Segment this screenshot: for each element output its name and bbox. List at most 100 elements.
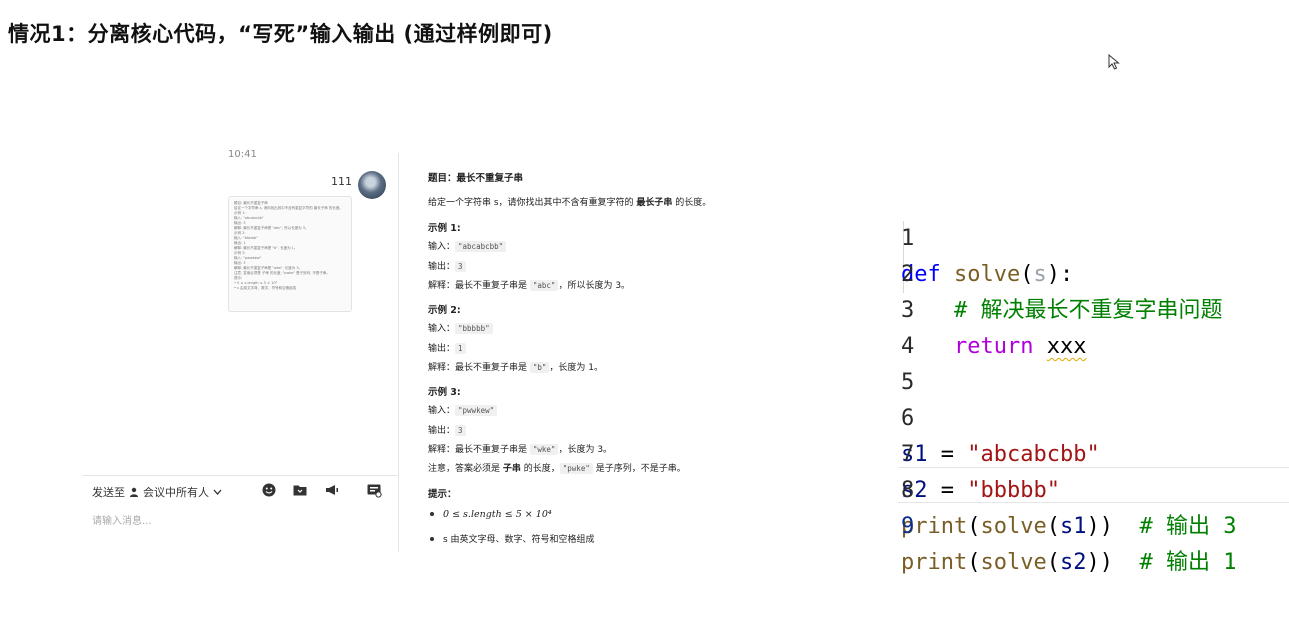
- example-2-title: 示例 2:: [428, 305, 461, 316]
- function-call: solve: [980, 514, 1047, 539]
- operator: =: [927, 478, 968, 503]
- comment: # 解决最长不重复字串问题: [953, 298, 1223, 323]
- code-line[interactable]: 4: [848, 293, 931, 359]
- message-input[interactable]: 请输入消息...: [92, 512, 152, 527]
- code-chip: 3: [455, 425, 466, 436]
- megaphone-icon[interactable]: [324, 482, 340, 498]
- code-chip: 3: [455, 261, 466, 272]
- explain-text: ，长度为 1。: [549, 363, 604, 373]
- parameter: s: [1033, 262, 1047, 287]
- function-call: print: [901, 550, 968, 575]
- desc-text: 给定一个字符串 s，请你找出其中不含有重复字符的: [428, 198, 637, 208]
- example-3-input: 输入： "pwwkew": [428, 403, 498, 416]
- send-to-label: 发送至: [92, 486, 125, 499]
- mouse-cursor-icon: [1108, 54, 1120, 70]
- paren: )): [1086, 514, 1113, 539]
- undefined-variable: xxx: [1046, 334, 1087, 359]
- variable: s1: [1059, 514, 1087, 539]
- hint-math: 0 ≤ s.length ≤ 5 × 10⁴: [443, 509, 552, 520]
- example-1-explanation: 解释：最长不重复子串是 "abc" ，所以长度为 3。: [428, 278, 630, 291]
- bubble-line: • s 由英文字母、数字、符号和空格组成: [234, 286, 297, 290]
- code-chip: "bbbbb": [455, 323, 493, 334]
- chat-divider: [82, 475, 398, 476]
- example-2-output: 输出： 1: [428, 341, 466, 354]
- hint-title: 提示：: [428, 489, 457, 500]
- explain-text: 解释：最长不重复子串是: [428, 363, 530, 373]
- bubble-line: 注意, 答案必须是 子串 的长度, "pwke" 是子序列, 不是子串。: [234, 271, 330, 275]
- keyword-return: return: [953, 334, 1034, 359]
- bullet-icon: [430, 512, 434, 516]
- code-line[interactable]: 7 s2 = "bbbbb": [848, 401, 1060, 503]
- paren: )): [1086, 550, 1113, 575]
- message-time: 10:41: [228, 149, 257, 160]
- bubble-line: 给定一个字符串 s, 请你找出其中不含有重复字符的 最长子串 的长度。: [234, 206, 343, 210]
- example-1-input: 输入： "abcabcbb": [428, 239, 507, 252]
- code-chip: "pwwkew": [455, 405, 498, 416]
- code-line[interactable]: 2 # 解决最长不重复字串问题: [848, 221, 1223, 323]
- code-chip: "pwke": [559, 463, 593, 474]
- code-chip: "abc": [529, 280, 559, 291]
- example-2-input: 输入： "bbbbb": [428, 321, 493, 334]
- desc-bold: 最长子串: [636, 198, 673, 208]
- note-text: 是子序列，不是子串。: [592, 464, 686, 474]
- emoji-icon[interactable]: [261, 482, 277, 498]
- paren: (: [967, 550, 981, 575]
- send-to-selector[interactable]: 发送至 会议中所有人: [92, 484, 222, 500]
- output-label: 输出：: [428, 426, 456, 436]
- example-3-explanation: 解释：最长不重复子串是 "wke" ，长度为 3。: [428, 442, 612, 455]
- paren: (: [1046, 514, 1060, 539]
- explain-text: 解释：最长不重复子串是: [428, 445, 530, 455]
- code-chip: "abcabcbb": [455, 241, 507, 252]
- code-chip: "b": [529, 362, 550, 373]
- paren: ):: [1046, 262, 1074, 287]
- input-label: 输入：: [428, 324, 456, 334]
- string-literal: "bbbbb": [967, 478, 1060, 503]
- chevron-down-icon: [213, 489, 222, 495]
- folder-icon[interactable]: [292, 482, 308, 498]
- bullet-icon: [430, 537, 434, 541]
- explain-text: 解释：最长不重复子串是: [428, 281, 530, 291]
- paren: (: [1046, 550, 1060, 575]
- paren: (: [1020, 262, 1034, 287]
- problem-title: 题目：最长不重复子串: [428, 173, 524, 184]
- string-literal: "abcabcbb": [967, 442, 1100, 467]
- note-bold: 子串: [502, 464, 521, 474]
- problem-description: 给定一个字符串 s，请你找出其中不含有重复字符的 最长子串 的长度。: [428, 195, 711, 208]
- hint-item: 0 ≤ s.length ≤ 5 × 10⁴: [428, 509, 552, 520]
- operator: =: [927, 442, 968, 467]
- code-chip: "wke": [529, 444, 559, 455]
- code-line[interactable]: 5: [848, 329, 931, 395]
- example-2-explanation: 解释：最长不重复子串是 "b" ，长度为 1。: [428, 360, 603, 373]
- input-label: 输入：: [428, 242, 456, 252]
- code-line[interactable]: 1 def solve(s):: [848, 185, 1073, 287]
- explain-text: ，所以长度为 3。: [558, 281, 631, 291]
- code-line[interactable]: 8 print(solve(s1)) # 输出 3: [848, 437, 1236, 539]
- input-label: 输入：: [428, 406, 456, 416]
- example-1-title: 示例 1:: [428, 223, 461, 234]
- function-call: solve: [980, 550, 1047, 575]
- hint-item: s 由英文字母、数字、符号和空格组成: [428, 532, 595, 545]
- example-3-title: 示例 3:: [428, 387, 461, 398]
- paren: (: [967, 514, 981, 539]
- output-label: 输出：: [428, 344, 456, 354]
- send-to-target: 会议中所有人: [143, 486, 209, 499]
- slide-title: 情况1：分离核心代码，“写死”输入输出 (通过样例即可): [8, 22, 553, 46]
- example-3-output: 输出： 3: [428, 423, 466, 436]
- screenshot-icon[interactable]: [366, 482, 382, 498]
- code-chip: 1: [455, 343, 466, 354]
- chat-panel: 10:41 111 题目: 最长不重复子串 给定一个字符串 s, 请你找出其中不…: [82, 149, 399, 552]
- person-icon: [130, 487, 138, 497]
- function-name: solve: [954, 262, 1021, 287]
- code-line[interactable]: 6 s1 = "abcabcbb": [848, 365, 1100, 467]
- comment: # 输出 3: [1139, 514, 1237, 539]
- avatar[interactable]: [358, 171, 386, 199]
- output-label: 输出：: [428, 262, 456, 272]
- code-line[interactable]: 9 print(solve(s2)) # 输出 1: [848, 473, 1236, 575]
- message-bubble[interactable]: 题目: 最长不重复子串 给定一个字符串 s, 请你找出其中不含有重复字符的 最长…: [228, 196, 352, 312]
- desc-text: 的长度。: [672, 198, 712, 208]
- variable: s2: [1059, 550, 1087, 575]
- note-text: 的长度，: [520, 464, 560, 474]
- code-line[interactable]: 3 return xxx: [848, 257, 1086, 359]
- note-text: 注意，答案必须是: [428, 464, 503, 474]
- problem-note: 注意，答案必须是 子串 的长度， "pwke" 是子序列，不是子串。: [428, 461, 686, 474]
